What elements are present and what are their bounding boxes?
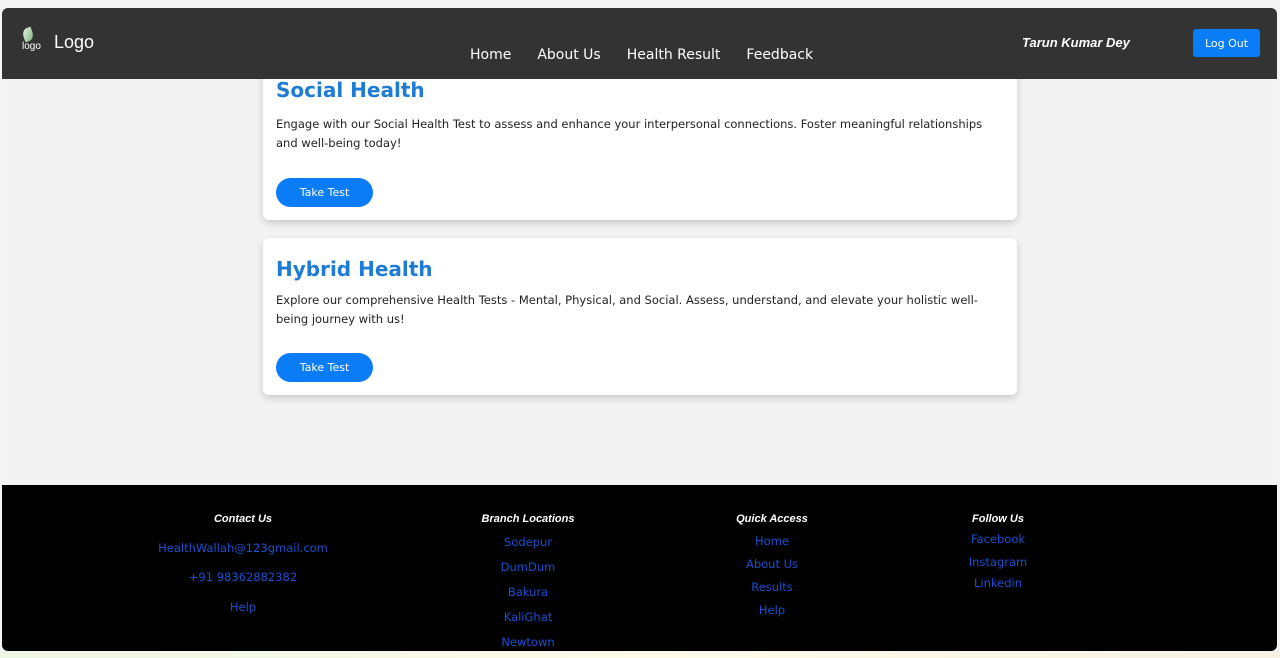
card-title: Social Health — [276, 78, 425, 102]
branch-link-dumdum[interactable]: DumDum — [462, 560, 594, 574]
nav-link-home[interactable]: Home — [470, 47, 511, 63]
browser-viewport: Social Health Engage with our Social Hea… — [2, 8, 1277, 651]
leaf-icon — [21, 26, 35, 43]
footer-heading: Contact Us — [213, 513, 273, 525]
nav-link-about-us[interactable]: About Us — [537, 47, 600, 63]
user-name: Tarun Kumar Dey — [1022, 35, 1130, 50]
hybrid-health-card: Hybrid Health Explore our comprehensive … — [263, 238, 1017, 395]
nav-links: Home About Us Health Result Feedback — [470, 47, 839, 63]
navbar: logo Logo Home About Us Health Result Fe… — [2, 8, 1277, 79]
take-test-button[interactable]: Take Test — [276, 178, 373, 207]
follow-link-facebook[interactable]: Facebook — [952, 532, 1044, 546]
footer-heading: Follow Us — [972, 513, 1024, 525]
follow-link-linkedin[interactable]: Linkedin — [952, 576, 1044, 590]
branch-link-sodepur[interactable]: Sodepur — [462, 535, 594, 549]
contact-phone-link[interactable]: +91 98362882382 — [145, 570, 341, 584]
take-test-button[interactable]: Take Test — [276, 353, 373, 382]
card-description: Engage with our Social Health Test to as… — [276, 117, 983, 150]
logo-text[interactable]: Logo — [54, 32, 94, 53]
footer: Contact Us HealthWallah@123gmail.com +91… — [2, 485, 1277, 651]
nav-link-health-result[interactable]: Health Result — [627, 47, 721, 63]
logout-button[interactable]: Log Out — [1193, 29, 1260, 57]
card-title: Hybrid Health — [276, 257, 433, 281]
quick-link-results[interactable]: Results — [718, 580, 826, 594]
logo-icon[interactable]: logo — [20, 26, 46, 56]
quick-link-help[interactable]: Help — [718, 603, 826, 617]
quick-link-about-us[interactable]: About Us — [718, 557, 826, 571]
branch-link-bakura[interactable]: Bakura — [462, 585, 594, 599]
window-bottom-edge — [0, 652, 1280, 658]
nav-link-feedback[interactable]: Feedback — [746, 47, 813, 63]
footer-heading: Quick Access — [736, 513, 808, 525]
contact-email-link[interactable]: HealthWallah@123gmail.com — [145, 541, 341, 555]
contact-help-link[interactable]: Help — [145, 600, 341, 614]
card-description: Explore our comprehensive Health Tests -… — [276, 293, 978, 326]
follow-link-instagram[interactable]: Instagram — [952, 555, 1044, 569]
branch-link-newtown[interactable]: Newtown — [462, 635, 594, 649]
logo-alt-text: logo — [22, 41, 41, 52]
quick-link-home[interactable]: Home — [718, 534, 826, 548]
branch-link-kalighat[interactable]: KaliGhat — [462, 610, 594, 624]
footer-heading: Branch Locations — [481, 513, 575, 525]
